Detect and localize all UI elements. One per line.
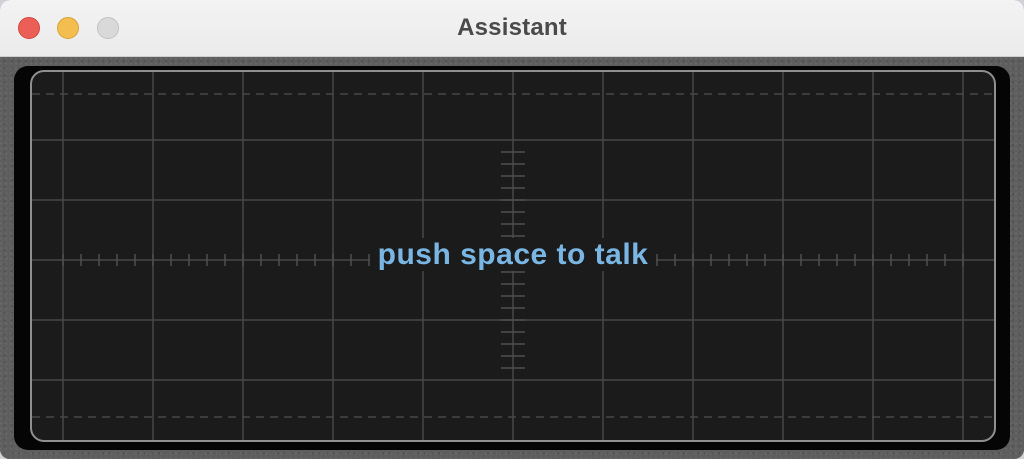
prompt-text: push space to talk (369, 238, 657, 271)
window-title: Assistant (457, 14, 567, 41)
push-to-talk-prompt: push space to talk (32, 238, 994, 272)
assistant-window: Assistant push space to talk (0, 0, 1024, 459)
oscilloscope-screen[interactable]: push space to talk (30, 70, 996, 442)
title-bar[interactable]: Assistant (0, 0, 1024, 57)
